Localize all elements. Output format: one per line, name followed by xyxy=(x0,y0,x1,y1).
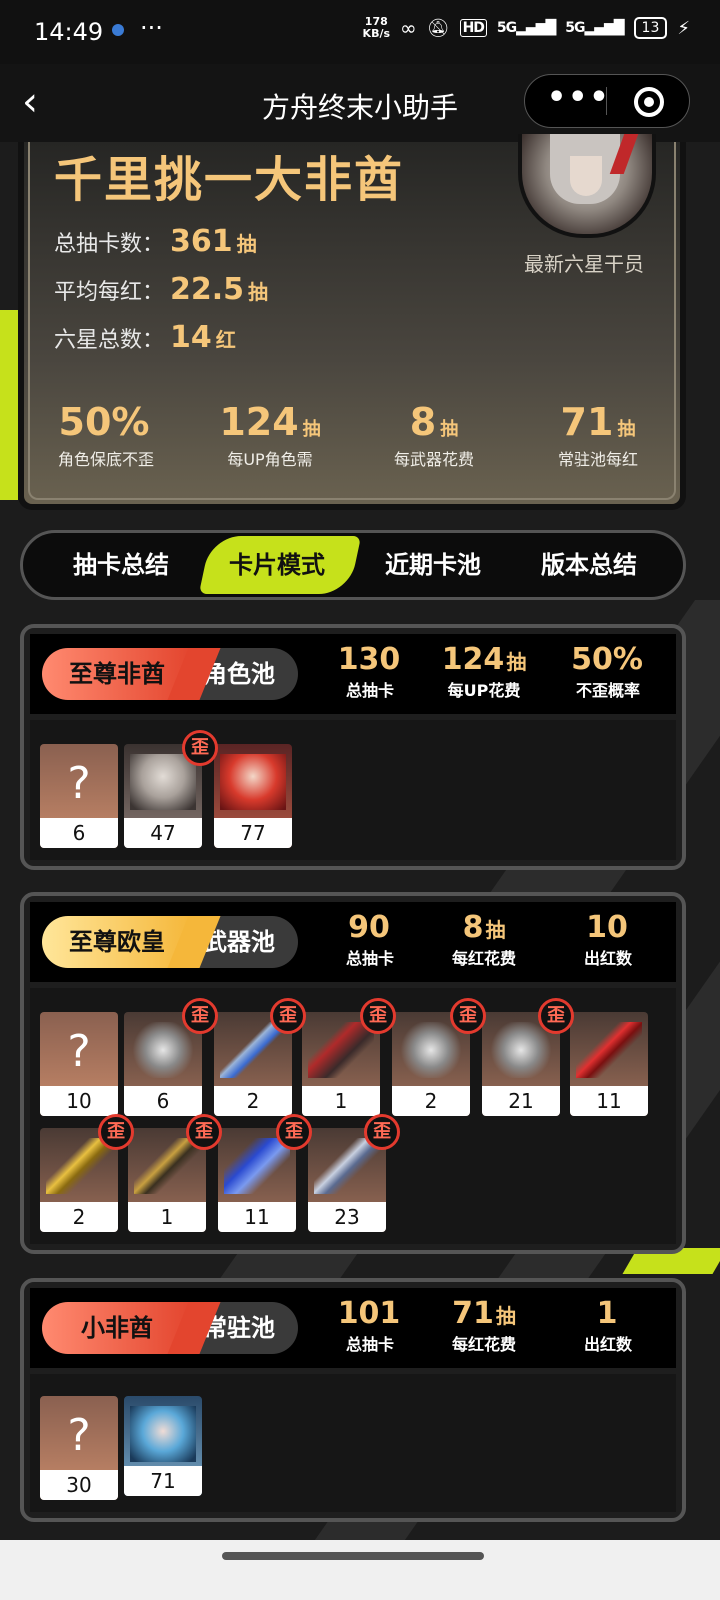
off-banner-badge: 歪 xyxy=(270,998,306,1034)
notification-icon xyxy=(112,24,124,36)
operator-card[interactable]: 71 xyxy=(124,1396,202,1496)
mini-stat: 71 抽常驻池每红 xyxy=(557,400,638,469)
pending-pulls-card[interactable]: ? 30 xyxy=(40,1396,118,1500)
home-indicator[interactable] xyxy=(222,1552,484,1560)
pool-stat: 1 出红数 xyxy=(583,1296,632,1354)
tab-card-mode[interactable]: 卡片模式 xyxy=(197,533,357,597)
summary-card: 千里挑一大非酋 总抽卡数： 361 抽 平均每红： 22.5 抽 六星总数： 14 红 最新… xyxy=(18,134,686,510)
signal-icon-2: 5G▂▄▆█ xyxy=(565,20,624,36)
pending-pulls-card[interactable]: ? 10 xyxy=(40,1012,118,1116)
mini-stat: 50% 角色保底不歪 xyxy=(57,400,154,469)
tab-summary[interactable]: 抽卡总结 xyxy=(41,533,201,597)
operator-card[interactable]: 77 xyxy=(214,744,292,848)
off-banner-badge: 歪 xyxy=(538,998,574,1034)
hd-icon: HD xyxy=(459,19,487,37)
tab-version-summary[interactable]: 版本总结 xyxy=(509,533,669,597)
status-bar: 14:49 ··· 178 KB/s ∞ 🔕︎ HD 5G▂▄▆█ 5G▂▄▆█ … xyxy=(0,0,720,64)
pool-stat: 8 抽每红花费 xyxy=(451,910,516,968)
battery-icon: 13 xyxy=(633,17,668,39)
signal-icon-1: 5G▂▄▆█ xyxy=(496,20,556,36)
pool-header: 角色池 至尊非酋 130 总抽卡 124 抽每UP花费 50% 不歪概率 xyxy=(30,634,676,714)
standard-pool-card: 常驻池 小非酋 101 总抽卡 71 抽每红花费 1 出红数 ? 30 71 xyxy=(20,1278,686,1522)
mute-icon: 🔕︎ xyxy=(426,17,450,39)
mini-stat: 124 抽每UP角色需 xyxy=(219,400,321,469)
character-pool-card: 角色池 至尊非酋 130 总抽卡 124 抽每UP花费 50% 不歪概率 ? 6 47 … xyxy=(20,624,686,870)
pool-stat: 10 出红数 xyxy=(583,910,632,968)
tab-recent-pools[interactable]: 近期卡池 xyxy=(353,533,513,597)
more-notifications-icon: ··· xyxy=(140,14,163,42)
status-time: 14:49 xyxy=(34,18,104,46)
off-banner-badge: 歪 xyxy=(360,998,396,1034)
off-banner-badge: 歪 xyxy=(186,1114,222,1150)
six-star-total-line: 六星总数： 14 红 xyxy=(54,320,236,355)
mini-stat: 8 抽每武器花费 xyxy=(393,400,474,469)
off-banner-badge: 歪 xyxy=(98,1114,134,1150)
pool-header: 武器池 至尊欧皇 90 总抽卡 8 抽每红花费 10 出红数 xyxy=(30,902,676,982)
system-nav-area xyxy=(0,1540,720,1600)
pool-stat: 71 抽每红花费 xyxy=(451,1296,516,1354)
more-menu-icon[interactable]: ••• xyxy=(547,83,611,113)
close-miniprogram-icon[interactable] xyxy=(634,87,664,117)
accent-stripe-left xyxy=(0,310,18,500)
off-banner-badge: 歪 xyxy=(276,1114,312,1150)
pool-items: ? 6 47 77 歪 xyxy=(30,720,676,860)
pool-items: ? 10 6 2 1 2 21 11 2 1 11 23 歪 歪 歪 歪 歪 歪 … xyxy=(30,988,676,1244)
weapon-pool-card: 武器池 至尊欧皇 90 总抽卡 8 抽每红花费 10 出红数 ? 10 6 2 1 2 … xyxy=(20,892,686,1254)
mini-stats: 50% 角色保底不歪 124 抽每UP角色需 8 抽每武器花费 71 抽常驻池每红 xyxy=(24,400,680,470)
off-banner-badge: 歪 xyxy=(364,1114,400,1150)
network-speed: 178 KB/s xyxy=(362,15,391,40)
pool-stat: 124 抽每UP花费 xyxy=(441,642,527,700)
off-banner-badge: 歪 xyxy=(182,730,218,766)
charging-icon: ⚡ xyxy=(677,17,690,39)
off-banner-badge: 歪 xyxy=(450,998,486,1034)
summary-title: 千里挑一大非酋 xyxy=(54,152,405,208)
off-banner-badge: 歪 xyxy=(182,998,218,1034)
pool-header: 常驻池 小非酋 101 总抽卡 71 抽每红花费 1 出红数 xyxy=(30,1288,676,1368)
total-pulls-line: 总抽卡数： 361 抽 xyxy=(54,224,257,259)
mode-tabs: 抽卡总结 卡片模式 近期卡池 版本总结 xyxy=(20,530,686,600)
nav-bar: ‹ 方舟终末小助手 ••• xyxy=(0,64,720,142)
link-icon: ∞ xyxy=(400,16,417,40)
latest-operator-label: 最新六星干员 xyxy=(524,252,644,276)
miniprogram-capsule: ••• xyxy=(524,74,690,128)
capsule-divider xyxy=(606,87,607,115)
pool-items: ? 30 71 xyxy=(30,1374,676,1512)
pending-pulls-card[interactable]: ? 6 xyxy=(40,744,118,848)
weapon-card[interactable]: 11 xyxy=(570,1012,648,1116)
pool-stat: 50% 不歪概率 xyxy=(571,642,643,700)
avg-per-red-line: 平均每红： 22.5 抽 xyxy=(54,272,269,307)
